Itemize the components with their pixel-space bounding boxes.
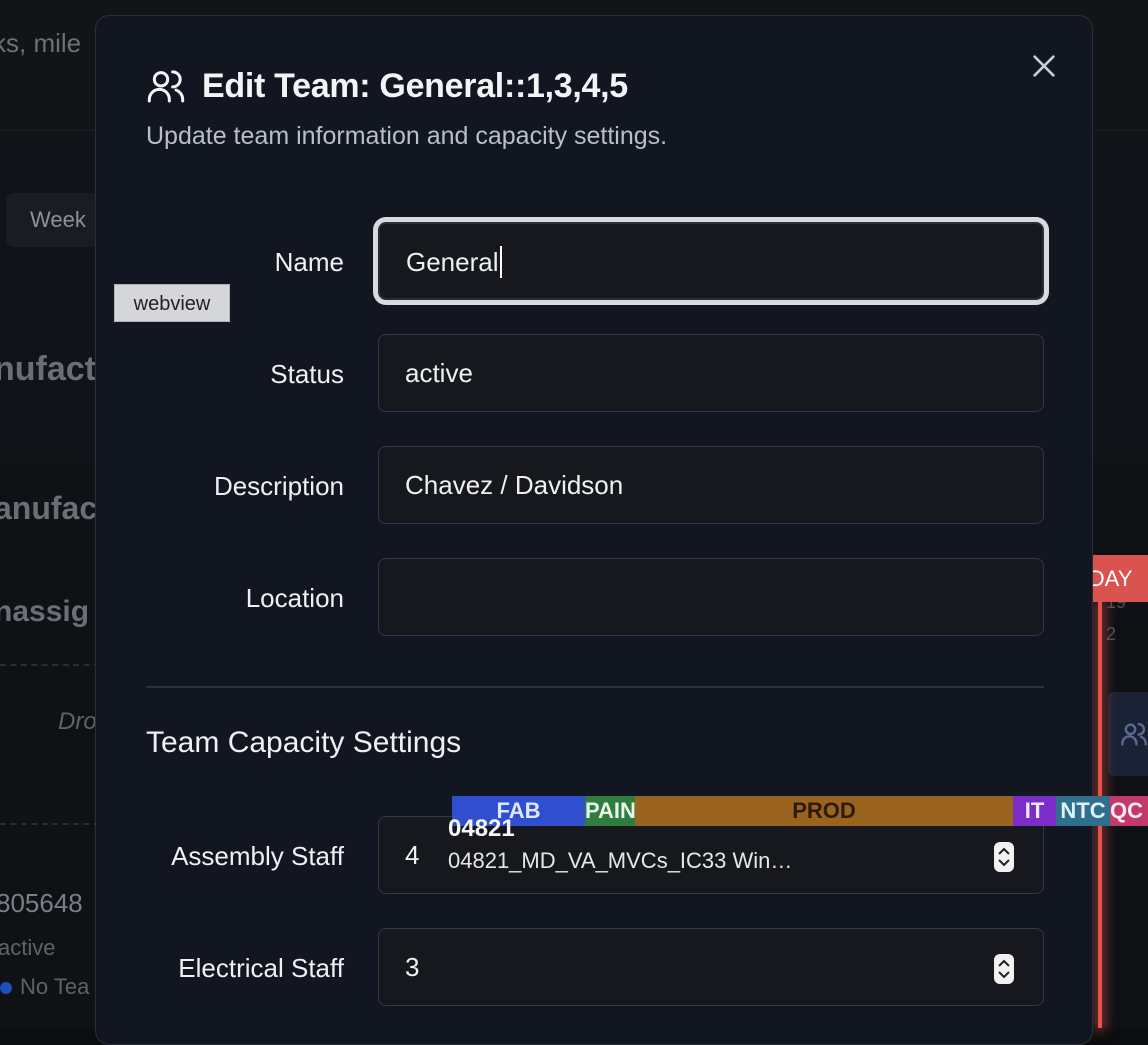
timeline-phase-qc[interactable]: QC: [1110, 796, 1148, 826]
section-divider: [146, 686, 1044, 688]
dropzone-border-top: [0, 664, 100, 666]
location-input[interactable]: [378, 558, 1044, 636]
dialog-title: Edit Team: General::1,3,4,5: [202, 66, 628, 105]
dialog-header: Edit Team: General::1,3,4,5: [146, 66, 628, 106]
location-label: Location: [245, 583, 344, 613]
background-project-id: 805648: [0, 888, 83, 918]
timeline-phase-paint[interactable]: PAINT: [585, 796, 635, 826]
webview-tooltip: webview: [114, 284, 230, 322]
electrical-staff-value: 3: [405, 952, 420, 982]
status-input-value: active: [405, 358, 473, 388]
description-input-value: Chavez / Davidson: [405, 470, 624, 500]
assembly-staff-value: 4: [405, 840, 420, 870]
background-heading: nufact: [0, 350, 96, 388]
users-icon: [147, 70, 185, 103]
background-section-heading: anufac: [0, 490, 98, 526]
edit-team-dialog: Edit Team: General::1,3,4,5 Update team …: [95, 15, 1093, 1045]
dialog-description: Update team information and capacity set…: [146, 122, 668, 150]
timeline-phase-prod[interactable]: PROD: [635, 796, 1013, 826]
background-search-text: sks, mile: [0, 28, 82, 58]
status-input[interactable]: active: [378, 334, 1044, 412]
timeline-project-name: 04821_MD_VA_MVCs_IC33 Win…: [448, 848, 793, 873]
name-input-value: General: [406, 247, 499, 277]
number-stepper-icon[interactable]: [993, 841, 1015, 873]
electrical-staff-input[interactable]: 3: [378, 928, 1044, 1006]
background-project-status: active: [0, 935, 56, 960]
status-dot: [0, 982, 12, 995]
dropzone-text: Dro: [58, 708, 97, 735]
timeline-project-id: 04821: [448, 815, 515, 842]
description-label: Description: [213, 471, 344, 501]
background-no-team: No Tea: [0, 974, 89, 1000]
users-icon: [1121, 722, 1147, 746]
assembly-staff-label: Assembly Staff: [171, 841, 344, 871]
no-team-label: No Tea: [20, 974, 90, 999]
team-chip[interactable]: [1108, 692, 1148, 776]
text-caret: [499, 246, 502, 279]
timeline-phase-ntc[interactable]: NTC: [1056, 796, 1110, 826]
description-input[interactable]: Chavez / Davidson: [378, 446, 1044, 524]
background-unassigned-heading: nassig: [0, 595, 90, 628]
dropzone-border-bottom: [0, 823, 100, 825]
status-label: Status: [270, 359, 344, 389]
name-input[interactable]: General: [378, 222, 1044, 300]
close-icon[interactable]: [1028, 50, 1060, 82]
background-date-number: 2: [1106, 624, 1117, 644]
name-label: Name: [274, 247, 344, 277]
timeline-phase-it[interactable]: IT: [1013, 796, 1056, 826]
capacity-section-title: Team Capacity Settings: [146, 726, 462, 759]
electrical-staff-label: Electrical Staff: [178, 953, 344, 983]
number-stepper-icon[interactable]: [993, 953, 1015, 985]
